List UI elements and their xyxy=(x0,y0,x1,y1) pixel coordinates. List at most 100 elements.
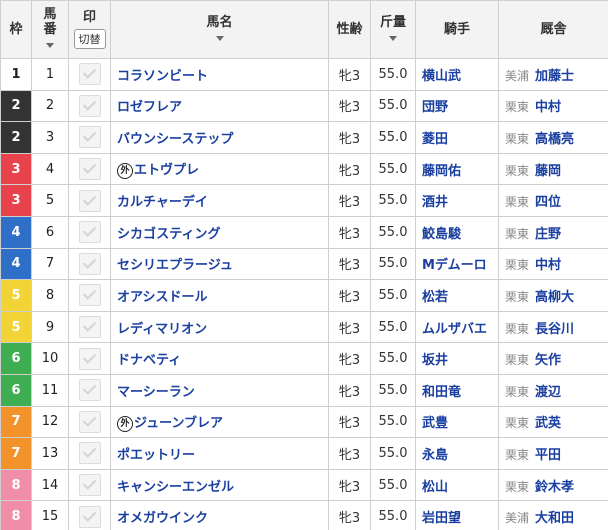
mark-checkbox[interactable] xyxy=(78,316,101,339)
jockey-link[interactable]: 酒井 xyxy=(422,195,448,210)
horse-name-link[interactable]: ジューンブレア xyxy=(134,416,223,431)
mark-checkbox[interactable] xyxy=(78,410,101,433)
trainer-link[interactable]: 渡辺 xyxy=(535,385,561,400)
mark-checkbox[interactable] xyxy=(78,126,101,149)
trainer-link[interactable]: 中村 xyxy=(535,258,561,273)
trainer-link[interactable]: 藤岡 xyxy=(535,164,561,179)
horse-name-cell: オアシスドール xyxy=(110,279,329,312)
trainer-link[interactable]: 平田 xyxy=(535,448,561,463)
umaban-cell: 1 xyxy=(31,58,69,91)
horse-name-link[interactable]: ポエットリー xyxy=(117,448,195,463)
mark-checkbox[interactable] xyxy=(78,505,101,528)
horse-name-link[interactable]: ロゼフレア xyxy=(117,100,182,115)
mark-checkbox[interactable] xyxy=(78,284,101,307)
jockey-cell: 松若 xyxy=(415,279,499,312)
waku-badge: 4 xyxy=(0,247,32,281)
horse-name-link[interactable]: ドナベティ xyxy=(117,353,181,368)
header-horse[interactable]: 馬名 xyxy=(110,0,329,59)
trainer-link[interactable]: 矢作 xyxy=(535,353,561,368)
jockey-link[interactable]: 鮫島駿 xyxy=(422,227,461,242)
mark-checkbox[interactable] xyxy=(78,221,101,244)
horse-name-cell: ドナベティ xyxy=(110,342,329,375)
horse-name-link[interactable]: マーシーラン xyxy=(117,385,195,400)
trainer-area-label: 栗東 xyxy=(505,384,530,399)
jockey-link[interactable]: 藤岡佑 xyxy=(422,164,461,179)
header-umaban-label-1: 馬 xyxy=(43,7,57,22)
jockey-link[interactable]: 菱田 xyxy=(422,132,448,147)
sort-chevron-down-icon[interactable] xyxy=(389,35,397,41)
horse-name-link[interactable]: レディマリオン xyxy=(117,322,207,337)
mark-toggle-button[interactable]: 切替 xyxy=(73,29,106,49)
trainer-link[interactable]: 中村 xyxy=(535,100,561,115)
horse-name-link[interactable]: エトヴプレ xyxy=(134,163,199,178)
mark-cell xyxy=(68,373,111,407)
horse-name-link[interactable]: セシリエプラージュ xyxy=(117,258,233,273)
mark-checkbox[interactable] xyxy=(78,94,101,117)
trainer-link[interactable]: 武英 xyxy=(535,416,561,431)
table-row: 6 11 マーシーラン 牝3 55.0 和田竜 栗東 渡辺 xyxy=(0,373,608,407)
jockey-link[interactable]: 武豊 xyxy=(422,416,448,431)
sort-chevron-down-icon[interactable] xyxy=(46,43,54,48)
trainer-link[interactable]: 鈴木孝 xyxy=(535,480,574,495)
horse-name-cell: キャンシーエンゼル xyxy=(110,468,329,502)
table-row: 1 1 コラソンビート 牝3 55.0 横山武 美浦 加藤士 xyxy=(0,58,608,91)
mark-checkbox[interactable] xyxy=(78,189,101,212)
trainer-cell: 栗東 四位 xyxy=(498,184,608,217)
trainer-link[interactable]: 四位 xyxy=(535,195,561,210)
mark-cell xyxy=(68,468,111,502)
horse-name-link[interactable]: シカゴスティング xyxy=(117,227,220,242)
sex-age-cell: 牝3 xyxy=(328,58,371,91)
jockey-cell: 藤岡佑 xyxy=(415,152,499,186)
jockey-cell: 永島 xyxy=(415,437,499,470)
trainer-area-label: 美浦 xyxy=(505,511,530,526)
jockey-link[interactable]: 団野 xyxy=(422,100,448,115)
horse-name-link[interactable]: カルチャーデイ xyxy=(117,195,208,210)
sex-age-cell: 牝3 xyxy=(328,279,371,312)
waku-badge: 7 xyxy=(0,437,32,470)
jockey-link[interactable]: 松山 xyxy=(422,480,448,495)
jockey-link[interactable]: 松若 xyxy=(422,290,448,305)
waku-badge: 2 xyxy=(0,121,32,154)
jockey-link[interactable]: 坂井 xyxy=(422,353,448,368)
jockey-link[interactable]: Mデムーロ xyxy=(422,258,487,273)
trainer-link[interactable]: 高橋亮 xyxy=(535,132,574,147)
horse-name-cell: マーシーラン xyxy=(110,373,329,407)
jockey-link[interactable]: 和田竜 xyxy=(422,385,461,400)
trainer-area-label: 栗東 xyxy=(505,100,530,115)
jockey-cell: 横山武 xyxy=(415,58,499,91)
trainer-link[interactable]: 大和田 xyxy=(535,511,574,526)
trainer-link[interactable]: 高柳大 xyxy=(535,290,574,305)
header-umaban[interactable]: 馬 番 xyxy=(31,0,69,59)
jockey-link[interactable]: 岩田望 xyxy=(422,511,461,526)
trainer-cell: 栗東 矢作 xyxy=(498,342,608,375)
jockey-link[interactable]: ムルザバエ xyxy=(422,322,487,337)
sex-age-cell: 牝3 xyxy=(328,247,371,281)
header-mark-label: 印 xyxy=(82,10,96,25)
horse-name-link[interactable]: バウンシーステップ xyxy=(117,132,233,147)
trainer-cell: 美浦 大和田 xyxy=(498,500,608,530)
mark-checkbox[interactable] xyxy=(78,379,101,402)
trainer-link[interactable]: 庄野 xyxy=(535,227,561,242)
jockey-link[interactable]: 永島 xyxy=(422,448,448,463)
horse-name-link[interactable]: キャンシーエンゼル xyxy=(117,480,234,495)
waku-badge: 4 xyxy=(0,215,32,249)
umaban-cell: 4 xyxy=(31,152,69,186)
header-horse-label: 馬名 xyxy=(206,14,233,30)
trainer-link[interactable]: 長谷川 xyxy=(535,322,574,337)
table-row: 5 9 レディマリオン 牝3 55.0 ムルザバエ 栗東 長谷川 xyxy=(0,310,608,344)
mark-checkbox[interactable] xyxy=(78,158,101,181)
horse-name-link[interactable]: オメガウインク xyxy=(117,511,208,526)
mark-checkbox[interactable] xyxy=(78,252,101,275)
trainer-link[interactable]: 加藤士 xyxy=(535,69,574,84)
jockey-link[interactable]: 横山武 xyxy=(422,69,461,84)
trainer-cell: 栗東 鈴木孝 xyxy=(498,468,608,502)
mark-checkbox[interactable] xyxy=(78,474,101,497)
mark-checkbox[interactable] xyxy=(78,442,101,465)
waku-badge: 6 xyxy=(0,342,32,375)
mark-checkbox[interactable] xyxy=(78,63,101,86)
horse-name-link[interactable]: オアシスドール xyxy=(117,290,207,305)
sort-chevron-down-icon[interactable] xyxy=(215,35,224,41)
header-weight[interactable]: 斤量 xyxy=(370,0,416,59)
horse-name-link[interactable]: コラソンビート xyxy=(117,69,208,84)
mark-checkbox[interactable] xyxy=(78,347,101,370)
